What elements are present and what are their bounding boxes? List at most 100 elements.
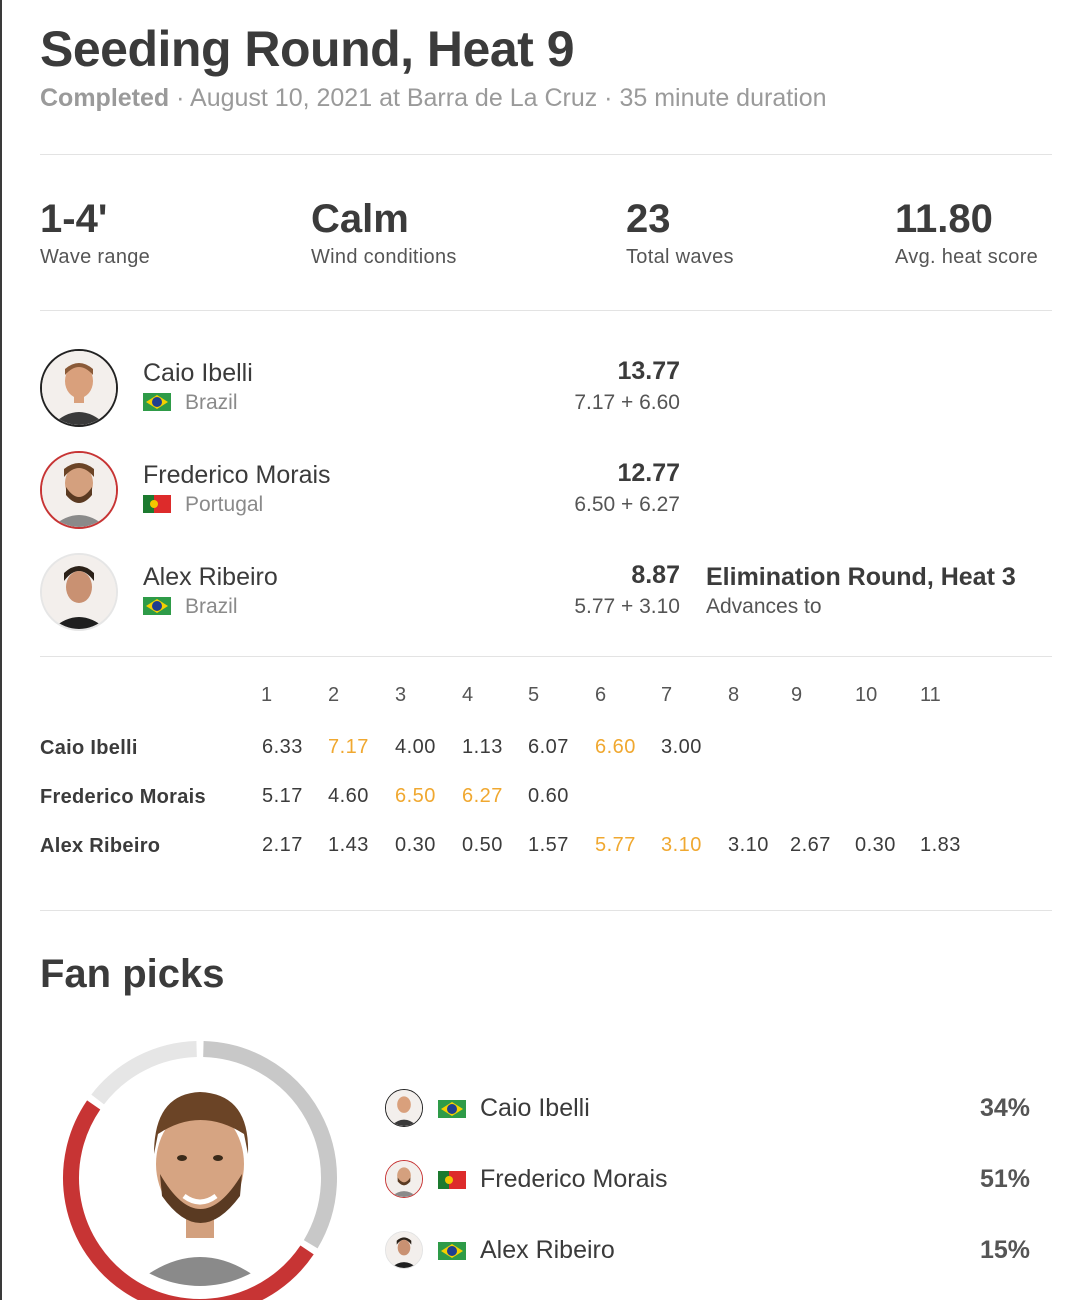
wave-score-cell: 0.30 (855, 834, 896, 856)
wave-score-cell: 7.17 (328, 736, 369, 758)
stat-value: Calm (311, 197, 409, 241)
pick-avatar (385, 1089, 423, 1127)
wave-score-cell: 5.17 (262, 785, 303, 807)
brazil-flag-icon (438, 1100, 466, 1118)
window-edge (0, 0, 2, 1300)
brazil-flag-icon (143, 393, 171, 411)
advances-heat-link[interactable]: Elimination Round, Heat 3 (706, 563, 1016, 592)
score-breakdown: 5.77 + 3.10 (574, 595, 680, 618)
stat-wave-range: 1-4' Wave range (40, 196, 150, 269)
wave-score-cell: 4.60 (328, 785, 369, 807)
wave-score-cell: 1.13 (462, 736, 503, 758)
stat-total-waves: 23 Total waves (626, 196, 734, 269)
stat-wind: Calm Wind conditions (311, 196, 457, 269)
wave-score-cell: 6.33 (262, 736, 303, 758)
pick-name: Caio Ibelli (480, 1094, 590, 1122)
heat-details: · August 10, 2021 at Barra de La Cruz · … (169, 84, 827, 112)
pick-percent: 34% (979, 1094, 1030, 1122)
wave-score-cell: 6.60 (595, 736, 636, 758)
wave-number-header: 3 (395, 684, 407, 706)
heat-total: 13.77 (617, 357, 680, 385)
fan-picks-donut (50, 1036, 350, 1300)
wave-number-header: 10 (855, 684, 878, 706)
surfer-name[interactable]: Frederico Morais (143, 461, 331, 490)
score-row-name: Alex Ribeiro (40, 835, 161, 857)
wave-score-cell: 0.60 (528, 785, 569, 807)
surfer-avatar (40, 451, 118, 529)
wave-score-cell: 5.77 (595, 834, 636, 856)
heat-meta: Completed · August 10, 2021 at Barra de … (40, 84, 827, 113)
stat-value: 23 (626, 197, 671, 241)
wave-number-header: 8 (728, 684, 740, 706)
fan-pick-row[interactable]: Frederico Morais 51% (385, 1159, 1030, 1201)
wave-score-cell: 0.30 (395, 834, 436, 856)
wave-score-cell: 3.10 (728, 834, 769, 856)
divider (40, 310, 1052, 311)
divider (40, 910, 1052, 911)
score-breakdown: 7.17 + 6.60 (574, 391, 680, 414)
surfer-avatar (40, 349, 118, 427)
surfer-row[interactable]: Frederico Morais Portugal 12.77 6.50 + 6… (40, 451, 1052, 531)
score-breakdown: 6.50 + 6.27 (574, 493, 680, 516)
surfer-name[interactable]: Alex Ribeiro (143, 563, 278, 592)
pick-avatar (385, 1160, 423, 1198)
surfer-country: Brazil (143, 595, 238, 619)
pick-percent: 51% (979, 1165, 1030, 1193)
fan-picks-title: Fan picks (40, 952, 225, 996)
surfer-country: Brazil (143, 391, 238, 415)
fan-pick-row[interactable]: Alex Ribeiro 15% (385, 1230, 1030, 1272)
stat-avg-score: 11.80 Avg. heat score (895, 196, 1038, 269)
wave-score-cell: 1.57 (528, 834, 569, 856)
wave-score-cell: 6.50 (395, 785, 436, 807)
wave-score-cell: 3.10 (661, 834, 702, 856)
pick-percent: 15% (979, 1236, 1030, 1264)
wave-score-cell: 1.43 (328, 834, 369, 856)
wave-number-header: 1 (261, 684, 273, 706)
stat-value: 11.80 (895, 197, 993, 241)
wave-score-cell: 3.00 (661, 736, 702, 758)
wave-score-cell: 4.00 (395, 736, 436, 758)
wave-number-header: 5 (528, 684, 540, 706)
stat-label: Wind conditions (311, 246, 457, 268)
advances-label: Advances to (706, 595, 822, 618)
portugal-flag-icon (143, 495, 171, 513)
page-title: Seeding Round, Heat 9 (40, 21, 575, 77)
stat-label: Total waves (626, 246, 734, 268)
heat-total: 12.77 (617, 459, 680, 487)
status-label: Completed (40, 84, 170, 112)
surfer-row[interactable]: Caio Ibelli Brazil 13.77 7.17 + 6.60 (40, 349, 1052, 429)
wave-score-cell: 6.27 (462, 785, 503, 807)
score-row-name: Frederico Morais (40, 786, 206, 808)
stat-value: 1-4' (40, 197, 108, 241)
donut-chart (63, 1041, 337, 1300)
surfer-avatar (40, 553, 118, 631)
pick-avatar (385, 1231, 423, 1269)
wave-number-header: 6 (595, 684, 607, 706)
pick-name: Frederico Morais (480, 1165, 668, 1193)
divider (40, 656, 1052, 657)
wave-score-cell: 2.17 (262, 834, 303, 856)
pick-name: Alex Ribeiro (480, 1236, 615, 1264)
surfer-name[interactable]: Caio Ibelli (143, 359, 253, 388)
wave-number-header: 2 (328, 684, 340, 706)
brazil-flag-icon (438, 1242, 466, 1260)
wave-score-cell: 1.83 (920, 834, 961, 856)
portugal-flag-icon (438, 1171, 466, 1189)
wave-score-cell: 6.07 (528, 736, 569, 758)
brazil-flag-icon (143, 597, 171, 615)
wave-number-header: 9 (791, 684, 803, 706)
wave-number-header: 11 (920, 684, 941, 706)
wave-number-header: 7 (661, 684, 673, 706)
stat-label: Wave range (40, 246, 151, 268)
score-row-name: Caio Ibelli (40, 737, 138, 759)
wave-score-cell: 2.67 (790, 834, 831, 856)
heat-total: 8.87 (631, 561, 680, 589)
surfer-country: Portugal (143, 493, 263, 517)
stat-label: Avg. heat score (895, 246, 1039, 268)
wave-number-header: 4 (462, 684, 474, 706)
fan-pick-row[interactable]: Caio Ibelli 34% (385, 1088, 1030, 1130)
divider (40, 154, 1052, 155)
wave-score-cell: 0.50 (462, 834, 503, 856)
surfer-row[interactable]: Alex Ribeiro Brazil 8.87 5.77 + 3.10 Eli… (40, 553, 1052, 633)
leader-avatar (92, 1070, 308, 1286)
